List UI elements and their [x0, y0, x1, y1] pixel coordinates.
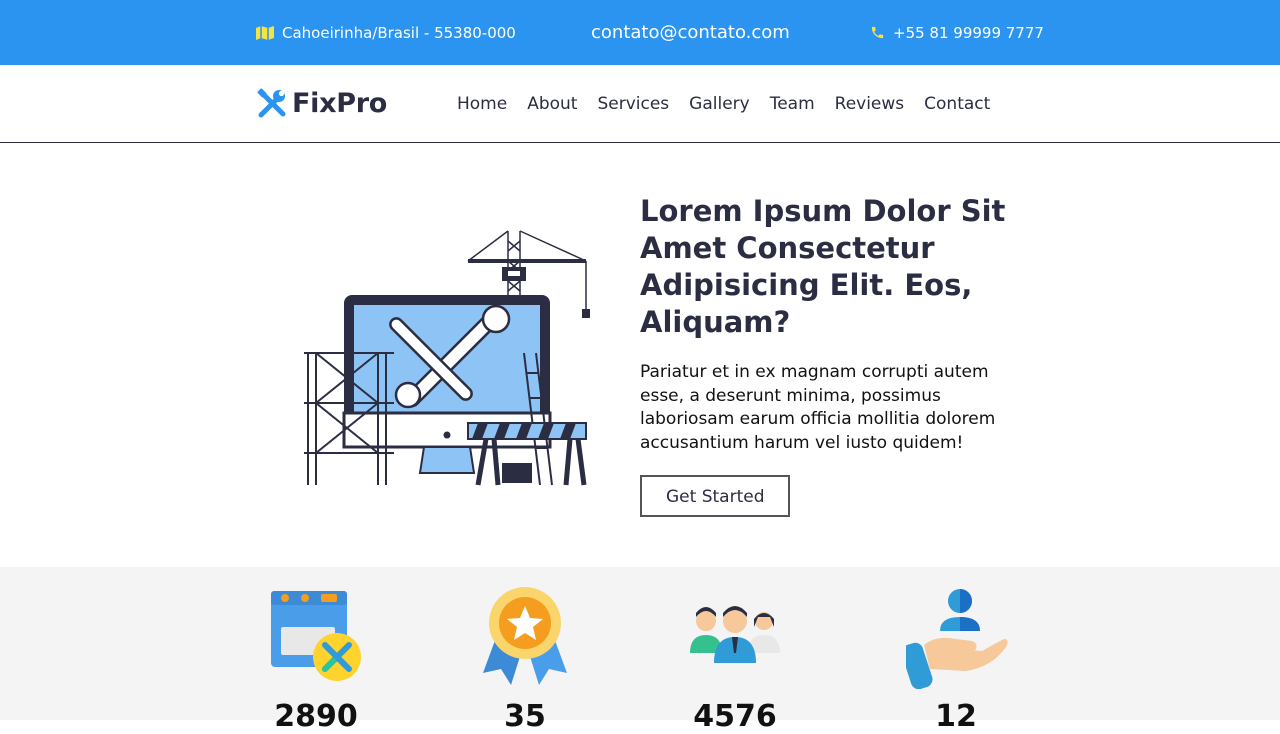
brand-logo[interactable]: FixPro	[256, 65, 387, 142]
main-navbar: FixPro Home About Services Gallery Team …	[0, 65, 1280, 143]
brand-name: FixPro	[292, 88, 387, 119]
nav-link-gallery[interactable]: Gallery	[679, 94, 760, 114]
hero-text-block: Lorem Ipsum Dolor Sit Amet Consectetur A…	[640, 193, 1030, 517]
stat-number: 2890	[274, 699, 358, 734]
award-badge-icon	[483, 585, 567, 689]
hero-description: Pariatur et in ex magnam corrupti autem …	[640, 362, 996, 453]
nav-link-about[interactable]: About	[517, 94, 587, 114]
map-icon	[256, 25, 274, 40]
stat-number: 12	[935, 699, 977, 734]
email-text[interactable]: contato@contato.com	[591, 22, 790, 43]
nav-link-home[interactable]: Home	[447, 94, 517, 114]
web-tools-icon	[271, 585, 363, 685]
team-people-icon	[690, 605, 780, 671]
top-info-bar: Cahoeirinha/Brasil - 55380-000 contato@c…	[0, 0, 1280, 65]
tools-icon	[256, 87, 288, 120]
stat-number: 35	[504, 699, 546, 734]
nav-link-team[interactable]: Team	[760, 94, 825, 114]
nav-link-services[interactable]: Services	[587, 94, 679, 114]
hero-title: Lorem Ipsum Dolor Sit Amet Consectetur A…	[640, 194, 1006, 339]
nav-menu: Home About Services Gallery Team Reviews…	[447, 65, 1000, 142]
hero-section: Lorem Ipsum Dolor Sit Amet Consectetur A…	[0, 143, 1280, 567]
nav-link-reviews[interactable]: Reviews	[825, 94, 915, 114]
topbar-email[interactable]: contato@contato.com	[591, 0, 790, 65]
address-text: Cahoeirinha/Brasil - 55380-000	[282, 23, 516, 42]
topbar-address: Cahoeirinha/Brasil - 55380-000	[256, 0, 516, 65]
construction-illustration	[296, 223, 596, 497]
stat-number: 4576	[693, 699, 777, 734]
nav-link-contact[interactable]: Contact	[914, 94, 1000, 114]
phone-icon	[870, 25, 885, 40]
hand-user-icon	[901, 587, 1008, 693]
topbar-phone[interactable]: +55 81 99999 7777	[870, 0, 1044, 65]
phone-text[interactable]: +55 81 99999 7777	[893, 24, 1044, 42]
stats-section: 2890 35 4576 12	[0, 567, 1280, 734]
get-started-button[interactable]: Get Started	[640, 475, 791, 517]
